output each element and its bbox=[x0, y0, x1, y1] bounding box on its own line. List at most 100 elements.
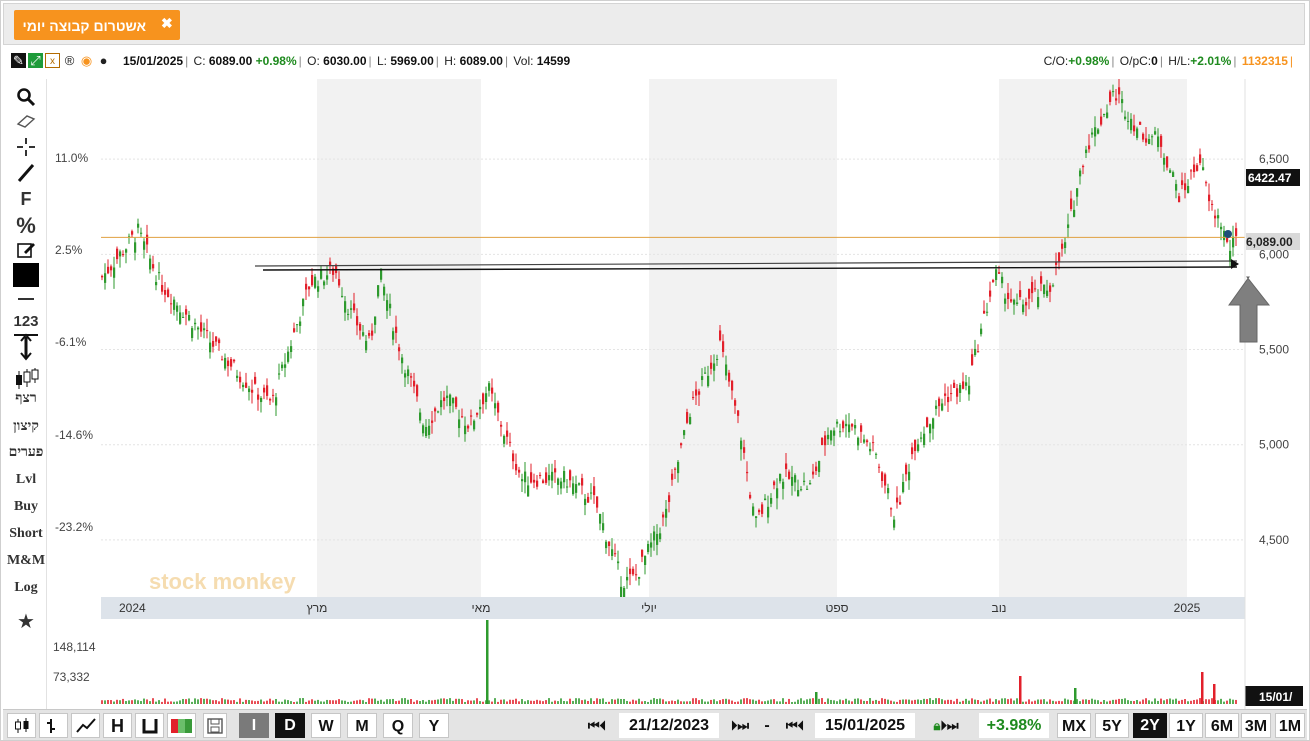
buy-tool[interactable]: Buy bbox=[5, 499, 47, 515]
candle-body bbox=[1028, 288, 1031, 299]
from-date[interactable]: 21/12/2023 bbox=[619, 713, 719, 738]
volume-bar bbox=[185, 699, 187, 704]
to-date[interactable]: 15/01/2025 bbox=[815, 713, 915, 738]
candle-body bbox=[1133, 125, 1136, 132]
range-max[interactable]: MX bbox=[1057, 713, 1091, 738]
candle-body bbox=[956, 388, 959, 397]
registered-icon[interactable]: ® bbox=[62, 53, 77, 68]
candle-body bbox=[1142, 133, 1145, 140]
mm-tool[interactable]: M&M bbox=[5, 553, 47, 569]
gaps-tool[interactable]: פערים bbox=[5, 445, 47, 461]
range-3m[interactable]: 3M bbox=[1241, 713, 1271, 738]
area-style-button[interactable] bbox=[135, 713, 164, 738]
percent-tool[interactable]: % bbox=[5, 213, 47, 239]
watermark: stock monkey bbox=[149, 569, 296, 594]
eraser-icon[interactable] bbox=[5, 113, 47, 132]
interval-weekly[interactable]: W bbox=[311, 713, 341, 738]
close-tab-icon[interactable]: ✖ bbox=[161, 15, 173, 32]
candle-body bbox=[359, 323, 362, 331]
candle-body bbox=[1100, 116, 1103, 125]
fibonacci-tool[interactable]: F bbox=[5, 189, 47, 210]
line-width-icon[interactable] bbox=[5, 293, 47, 307]
range-1m[interactable]: 1M bbox=[1275, 713, 1305, 738]
candles-style-button[interactable] bbox=[7, 713, 36, 738]
hl-value: +2.01% bbox=[1190, 54, 1232, 68]
candle-body bbox=[485, 393, 488, 403]
interval-monthly[interactable]: M bbox=[347, 713, 377, 738]
star-icon[interactable]: ★ bbox=[5, 609, 47, 634]
ohlc-style-button[interactable] bbox=[39, 713, 68, 738]
volume-bar bbox=[1193, 699, 1195, 704]
draw-icon[interactable]: ✎ bbox=[11, 52, 26, 68]
volume-bar bbox=[599, 698, 601, 704]
from-next-icon[interactable]: ⏵︎⏭︎ bbox=[723, 713, 757, 738]
target-icon[interactable]: ◉ bbox=[79, 53, 94, 68]
excel-icon[interactable]: x bbox=[45, 52, 60, 68]
range-5y[interactable]: 5Y bbox=[1095, 713, 1129, 738]
edit-icon[interactable] bbox=[5, 241, 47, 262]
volume-bar bbox=[923, 698, 925, 704]
bars-style-button[interactable] bbox=[167, 713, 196, 738]
short-tool[interactable]: Short bbox=[5, 526, 47, 542]
interval-yearly[interactable]: Y bbox=[419, 713, 449, 738]
search-icon[interactable] bbox=[5, 87, 47, 110]
interval-quarterly[interactable]: Q bbox=[383, 713, 413, 738]
color-swatch[interactable] bbox=[5, 263, 47, 287]
range-6m[interactable]: 6M bbox=[1205, 713, 1239, 738]
trendline-icon[interactable] bbox=[5, 163, 47, 186]
candle-body bbox=[488, 383, 491, 391]
volume-bar bbox=[989, 698, 991, 704]
volume-bar bbox=[1223, 701, 1225, 704]
crosshair-icon[interactable] bbox=[5, 137, 47, 160]
shade-band bbox=[649, 79, 837, 597]
sequence-tool[interactable]: רצף bbox=[5, 391, 47, 407]
volume-bar bbox=[530, 700, 532, 704]
volume-bar bbox=[143, 698, 145, 704]
heikin-style-button[interactable]: H bbox=[103, 713, 132, 738]
numbers-tool[interactable]: 123 bbox=[5, 313, 47, 330]
interval-daily[interactable]: D bbox=[275, 713, 305, 738]
candle-body bbox=[899, 502, 902, 505]
volume-bar bbox=[662, 699, 664, 704]
candle-body bbox=[674, 468, 677, 470]
candle-body bbox=[122, 254, 125, 256]
candle-body bbox=[407, 369, 410, 377]
interval-intraday[interactable]: I bbox=[239, 713, 269, 738]
share-icon[interactable]: ⤢ bbox=[28, 52, 43, 68]
volume-bar bbox=[1229, 698, 1231, 704]
volume-bar bbox=[1226, 700, 1228, 704]
volume-bar bbox=[725, 698, 727, 704]
to-first-icon[interactable]: ⏮︎⏴︎ bbox=[779, 713, 811, 738]
volume-bar bbox=[536, 699, 538, 704]
bottom-toolbar: H I D W M Q Y ⏮︎⏴︎ 21/12/2023 ⏵︎⏭︎ - ⏮︎⏴… bbox=[3, 709, 1307, 740]
range-1y[interactable]: 1Y bbox=[1169, 713, 1203, 738]
percent-tick-label: -6.1% bbox=[55, 335, 87, 349]
save-icon[interactable] bbox=[203, 713, 227, 738]
candle-body bbox=[203, 328, 206, 331]
to-next-icon[interactable]: 🔒︎⏵︎⏭︎ bbox=[919, 713, 973, 738]
vertical-measure-icon[interactable] bbox=[5, 331, 47, 364]
candle-body bbox=[857, 437, 860, 446]
volume-bar bbox=[854, 698, 856, 704]
candle-body bbox=[365, 340, 368, 351]
chart-tab[interactable]: ✖ אשטרום קבוצה יומי bbox=[14, 10, 180, 40]
levels-tool[interactable]: Lvl bbox=[5, 472, 47, 488]
candle-body bbox=[476, 412, 479, 415]
extremes-tool[interactable]: קיצון bbox=[5, 419, 47, 435]
candle-body bbox=[482, 393, 485, 405]
range-2y[interactable]: 2Y bbox=[1133, 713, 1167, 738]
log-scale-tool[interactable]: Log bbox=[5, 580, 47, 596]
volume-bar bbox=[533, 700, 535, 704]
volume-bar bbox=[896, 701, 898, 704]
volume-bar bbox=[764, 701, 766, 704]
price-chart[interactable]: stock monkey 6,5006,0005,5005,0004,500 1… bbox=[49, 79, 1307, 709]
percent-tick-label: -14.6% bbox=[55, 428, 93, 442]
comment-icon[interactable]: ● bbox=[96, 53, 111, 68]
line-style-button[interactable] bbox=[71, 713, 100, 738]
volume-bar bbox=[1127, 700, 1129, 704]
lock-icon[interactable]: 🔒︎ bbox=[933, 718, 940, 733]
candles-icon[interactable] bbox=[5, 367, 47, 394]
candle-body bbox=[587, 496, 590, 503]
volume-bar bbox=[1082, 699, 1084, 704]
from-first-icon[interactable]: ⏮︎⏴︎ bbox=[581, 713, 613, 738]
